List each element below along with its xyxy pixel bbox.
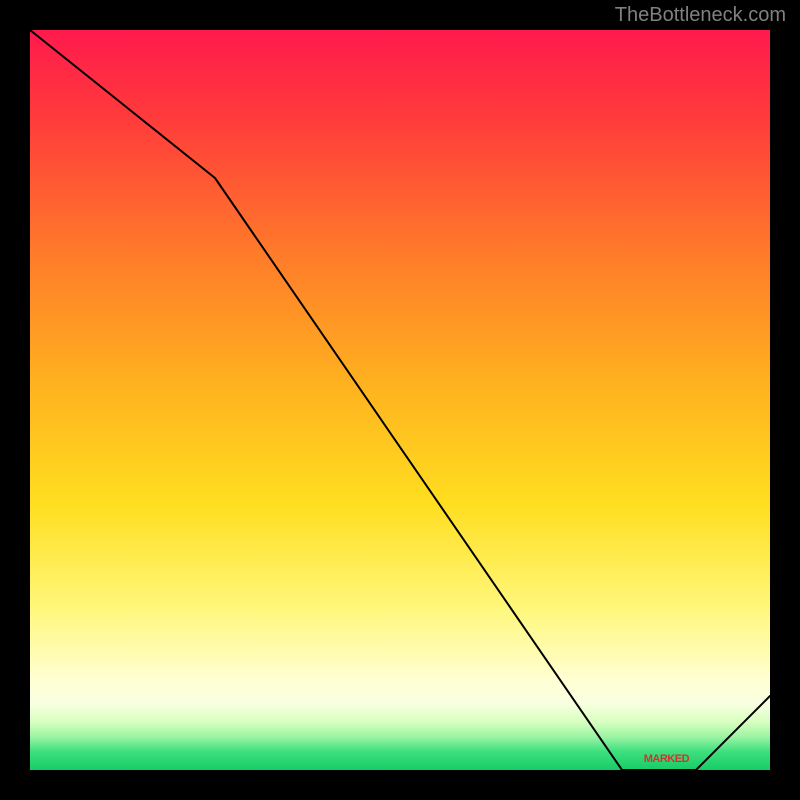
chart-container: MARKED bbox=[30, 30, 770, 770]
attribution-text: TheBottleneck.com bbox=[615, 4, 786, 27]
chart-line bbox=[30, 30, 770, 770]
chart-annotation-marker: MARKED bbox=[644, 753, 689, 765]
